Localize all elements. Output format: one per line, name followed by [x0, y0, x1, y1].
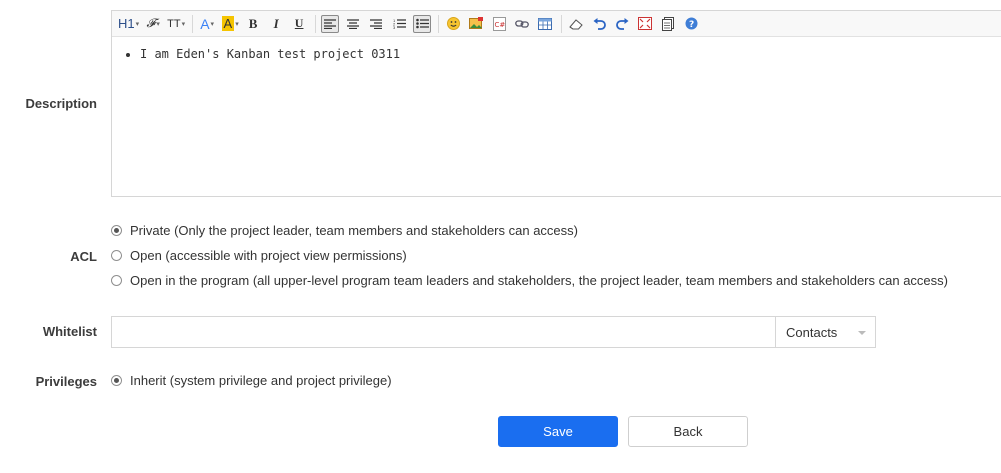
undo-icon: [593, 17, 606, 30]
back-button[interactable]: Back: [628, 416, 748, 447]
help-button[interactable]: ?: [682, 15, 700, 33]
insert-image-button[interactable]: [467, 15, 485, 33]
privileges-option-label: Inherit (system privilege and project pr…: [130, 373, 392, 388]
align-left-icon: [324, 18, 337, 29]
heading-dropdown[interactable]: H1 ▾: [118, 15, 139, 33]
radio-button[interactable]: [111, 275, 122, 286]
font-size-icon: TT: [167, 17, 181, 30]
font-color-dropdown[interactable]: A ▾: [198, 15, 216, 33]
align-right-icon: [370, 18, 383, 29]
whitelist-label: Whitelist: [42, 324, 97, 339]
clear-format-button[interactable]: [567, 15, 585, 33]
bold-button[interactable]: B: [244, 15, 262, 33]
insert-table-button[interactable]: [536, 15, 554, 33]
fullscreen-button[interactable]: [636, 15, 654, 33]
insert-link-button[interactable]: [513, 15, 531, 33]
chevron-down-icon: ▾: [235, 20, 239, 28]
redo-icon: [615, 17, 629, 30]
radio-button[interactable]: [111, 375, 122, 386]
emoji-button[interactable]: [444, 15, 462, 33]
chevron-down-icon: ▾: [135, 20, 140, 28]
editor-toolbar: H1 ▾ 𝓕 ▾ TT ▾ A ▾ A ▾ B I U 123 C# ?: [112, 11, 1001, 37]
chevron-down-icon: [858, 331, 866, 335]
font-color-icon: A: [200, 15, 210, 32]
toolbar-divider: [438, 14, 440, 33]
acl-option-label: Open (accessible with project view permi…: [130, 248, 407, 263]
list-item: I am Eden's Kanban test project 0311: [140, 47, 991, 61]
help-icon: ?: [685, 17, 698, 30]
privileges-label: Privileges: [35, 374, 97, 389]
chevron-down-icon: ▾: [156, 20, 160, 28]
acl-option-label: Open in the program (all upper-level pro…: [130, 273, 948, 288]
chevron-down-icon: ▾: [181, 20, 186, 28]
source-code-button[interactable]: [659, 15, 677, 33]
redo-button[interactable]: [613, 15, 631, 33]
insert-code-button[interactable]: C#: [490, 15, 508, 33]
italic-button[interactable]: I: [267, 15, 285, 33]
table-icon: [538, 17, 553, 30]
acl-option-private[interactable]: Private (Only the project leader, team m…: [111, 223, 578, 238]
font-family-dropdown[interactable]: 𝓕 ▾: [144, 15, 162, 33]
radio-button[interactable]: [111, 250, 122, 261]
whitelist-input[interactable]: [111, 316, 776, 348]
acl-option-label: Private (Only the project leader, team m…: [130, 223, 578, 238]
document-icon: [662, 16, 675, 31]
fullscreen-icon: [638, 17, 653, 30]
italic-icon: I: [273, 15, 279, 31]
rich-text-editor: H1▾ 𝓕▾ TT▾ A▾ A▾ B I U 123 C# ? I am Ede…: [111, 10, 1001, 197]
ordered-list-icon: 123: [393, 18, 406, 29]
undo-button[interactable]: [590, 15, 608, 33]
toolbar-divider: [192, 14, 194, 33]
acl-option-program[interactable]: Open in the program (all upper-level pro…: [111, 273, 948, 288]
chevron-down-icon: ▾: [210, 20, 215, 28]
privileges-option-inherit[interactable]: Inherit (system privilege and project pr…: [111, 373, 392, 388]
image-icon: [469, 17, 484, 29]
align-center-icon: [347, 18, 360, 29]
font-size-dropdown[interactable]: TT ▾: [167, 15, 185, 33]
bold-icon: B: [248, 15, 258, 31]
acl-option-open[interactable]: Open (accessible with project view permi…: [111, 248, 407, 263]
contacts-select[interactable]: Contacts: [775, 316, 876, 348]
link-icon: [515, 19, 529, 28]
description-label: Description: [25, 96, 97, 111]
svg-text:C#: C#: [494, 21, 505, 29]
unordered-list-icon: [415, 18, 429, 29]
svg-text:?: ?: [689, 20, 694, 30]
editor-content[interactable]: I am Eden's Kanban test project 0311: [112, 37, 1001, 71]
code-icon: C#: [492, 16, 506, 31]
align-left-button[interactable]: [321, 14, 340, 33]
heading-label: H1: [118, 16, 135, 31]
highlight-icon: A: [221, 16, 235, 31]
align-center-button[interactable]: [344, 15, 362, 33]
eraser-icon: [569, 18, 583, 29]
toolbar-divider: [561, 14, 563, 33]
ordered-list-button[interactable]: 123: [390, 15, 408, 33]
font-family-icon: 𝓕: [146, 16, 156, 30]
radio-button[interactable]: [111, 225, 122, 236]
unordered-list-button[interactable]: [413, 14, 432, 33]
contacts-select-value: Contacts: [786, 324, 838, 340]
save-button[interactable]: Save: [498, 416, 618, 447]
smiley-icon: [446, 17, 460, 30]
acl-label: ACL: [70, 249, 97, 264]
align-right-button[interactable]: [367, 15, 385, 33]
toolbar-divider: [315, 14, 317, 33]
background-color-dropdown[interactable]: A ▾: [221, 15, 239, 33]
underline-icon: U: [294, 16, 304, 30]
svg-text:3: 3: [393, 25, 396, 29]
underline-button[interactable]: U: [290, 15, 308, 33]
